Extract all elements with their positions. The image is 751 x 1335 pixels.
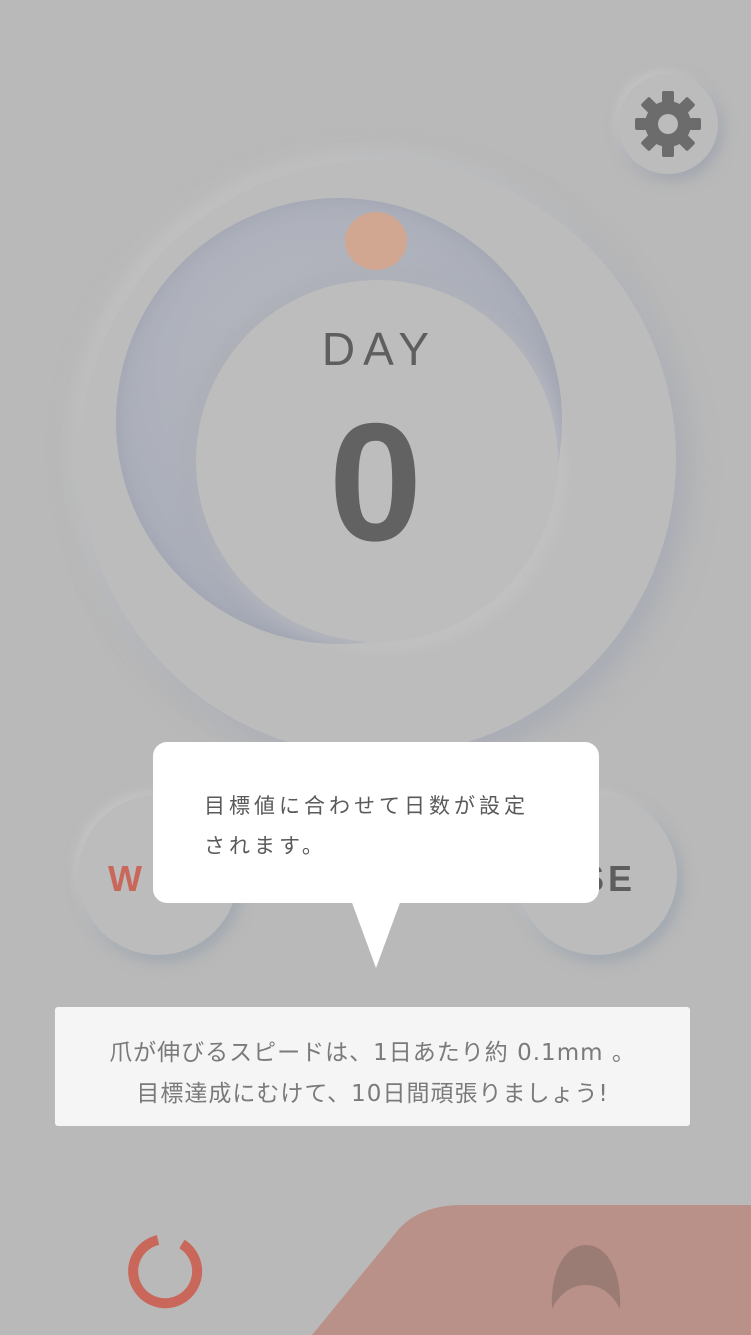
gear-icon	[635, 91, 701, 157]
nail-icon	[551, 1245, 621, 1309]
info-line-2: 目標達成にむけて、10日間頑張りましょう!	[136, 1081, 609, 1107]
tooltip-tail	[351, 900, 401, 968]
tooltip-line-1: 目標値に合わせて日数が設定	[204, 794, 529, 818]
info-line-1: 爪が伸びるスピードは、1日あたり約 0.1mm 。	[109, 1040, 636, 1066]
settings-button[interactable]	[618, 74, 718, 174]
refresh-icon[interactable]	[128, 1234, 204, 1310]
tooltip-text: 目標値に合わせて日数が設定 されます。	[204, 786, 574, 866]
dial-knob[interactable]	[345, 212, 407, 270]
day-count: 0	[328, 388, 423, 576]
bottom-panel[interactable]	[312, 1205, 751, 1335]
tooltip-line-2: されます。	[204, 834, 327, 858]
day-label: DAY	[321, 323, 438, 375]
left-mode-label: W	[108, 858, 146, 899]
